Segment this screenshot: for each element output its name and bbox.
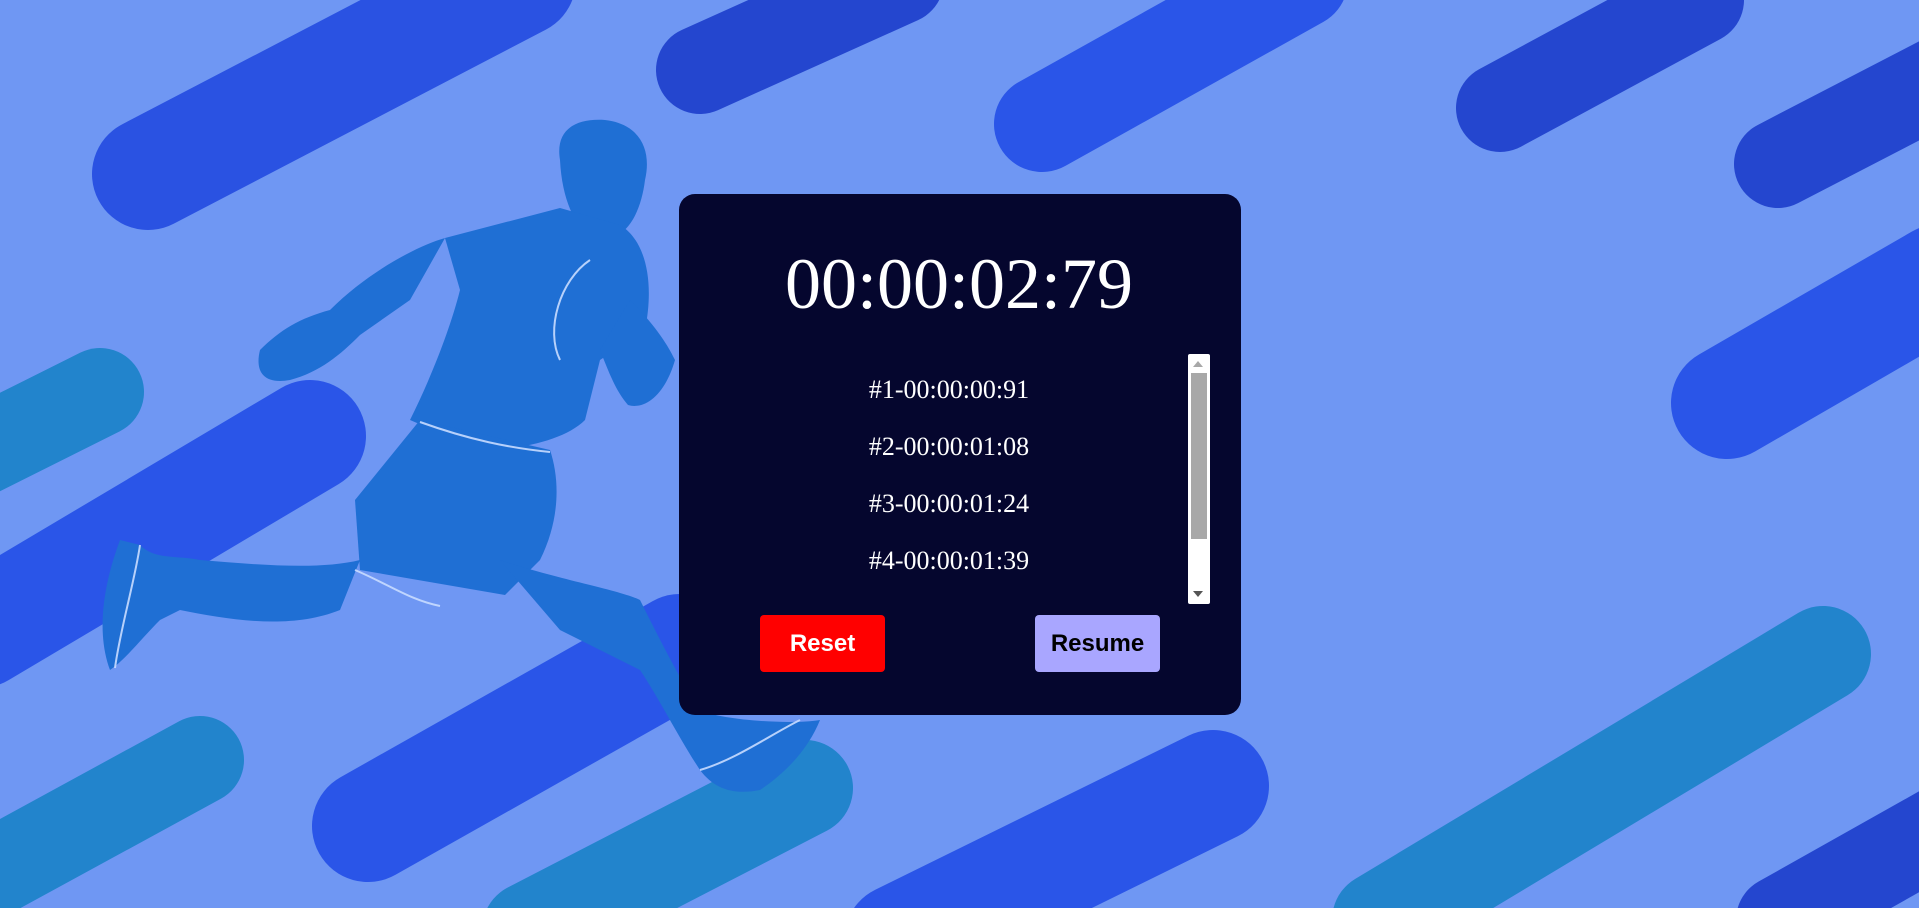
- lap-item: #3-00:00:01:24: [868, 489, 1030, 518]
- bg-stripe: [1671, 228, 1919, 459]
- stopwatch-card: 00:00:02:79 #1-00:00:00:91 #2-00:00:01:0…: [679, 194, 1241, 715]
- runner-back-arm: [258, 238, 445, 381]
- bg-stripe: [994, 0, 1344, 172]
- reset-button[interactable]: Reset: [760, 615, 885, 672]
- lap-list[interactable]: #1-00:00:00:91 #2-00:00:01:08 #3-00:00:0…: [679, 354, 1219, 594]
- runner-back-leg: [102, 540, 360, 670]
- bg-stripe: [656, 0, 939, 114]
- bg-stripe: [0, 348, 144, 492]
- scroll-up-arrow-icon[interactable]: [1193, 361, 1203, 367]
- lap-item: #4-00:00:01:39: [868, 546, 1030, 575]
- resume-button[interactable]: Resume: [1035, 615, 1160, 672]
- bg-stripe: [1734, 41, 1919, 208]
- bg-stripe: [1333, 606, 1871, 908]
- lap-list-scrollbar[interactable]: [1188, 354, 1210, 604]
- scroll-down-arrow-icon[interactable]: [1193, 591, 1203, 597]
- bg-stripe: [312, 594, 736, 882]
- bg-stripe: [92, 0, 572, 230]
- bg-stripe: [1456, 0, 1744, 152]
- stopwatch-time: 00:00:02:79: [784, 244, 1133, 324]
- bg-stripe: [487, 740, 853, 908]
- lap-item: #1-00:00:00:91: [868, 375, 1030, 404]
- scrollbar-thumb[interactable]: [1191, 373, 1207, 539]
- bg-stripe: [1737, 791, 1919, 908]
- bg-stripe: [0, 716, 244, 908]
- bg-stripe: [854, 730, 1269, 908]
- lap-item: #2-00:00:01:08: [868, 432, 1030, 461]
